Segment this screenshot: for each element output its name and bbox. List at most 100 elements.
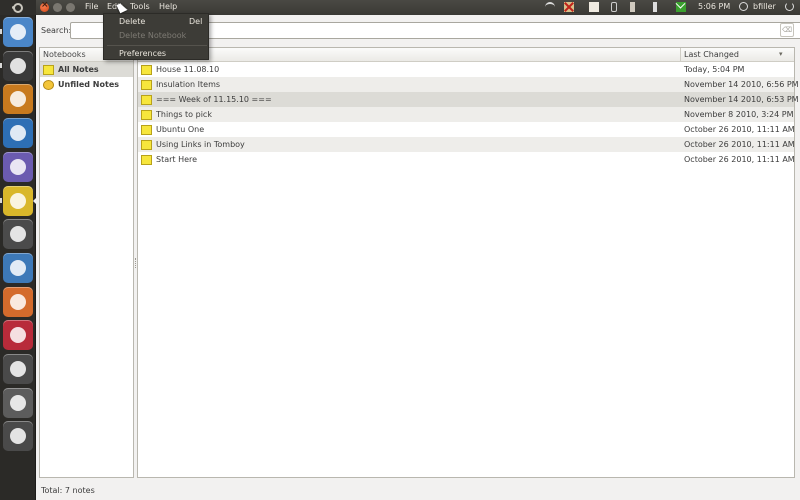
inkscape-icon[interactable] — [3, 219, 33, 250]
running-indicator — [0, 62, 2, 68]
note-row[interactable]: House 11.08.10 Today, 5:04 PM — [138, 62, 794, 77]
launcher-glyph — [10, 24, 26, 40]
note-last-changed: November 8 2010, 3:24 PM — [684, 110, 794, 119]
launcher-glyph — [10, 394, 26, 411]
menu-help[interactable]: Help — [159, 2, 177, 11]
note-last-changed: November 14 2010, 6:56 PM — [684, 80, 799, 89]
menu-item-preferences[interactable]: Preferences — [119, 49, 166, 58]
tools-icon[interactable] — [3, 354, 33, 384]
ubuntu-logo-icon — [12, 2, 23, 13]
running-indicator — [0, 197, 2, 203]
clock[interactable]: 5:06 PM — [698, 2, 730, 11]
note-last-changed: November 14 2010, 6:53 PM — [684, 95, 799, 104]
launcher-glyph — [10, 57, 26, 74]
delete-accelerator: Del — [189, 17, 203, 26]
menu-item-delete[interactable]: Delete — [119, 17, 145, 26]
note-icon — [141, 94, 152, 105]
menu-separator — [107, 45, 207, 46]
tomboy-notes-icon[interactable] — [3, 185, 33, 216]
note-icon — [141, 139, 152, 150]
note-title: Things to pick — [156, 110, 212, 119]
launcher-glyph — [10, 293, 26, 310]
active-app-indicator — [33, 197, 36, 204]
unfiled-notes-icon — [43, 79, 54, 90]
column-last-changed[interactable]: Last Changed — [684, 50, 739, 59]
launcher-glyph — [10, 226, 26, 243]
gimp-icon[interactable] — [3, 252, 33, 283]
note-title: Start Here — [156, 155, 198, 164]
volume-icon[interactable] — [653, 2, 663, 12]
note-row[interactable]: Things to pick November 8 2010, 3:24 PM — [138, 107, 794, 122]
thunderbird-icon[interactable] — [3, 118, 33, 149]
note-row[interactable]: Start Here October 26 2010, 11:11 AM — [138, 152, 795, 167]
launcher-glyph — [10, 91, 26, 108]
notes-list: Last Changed ▾ House 11.08.10 Today, 5:04… — [137, 47, 799, 478]
note-icon — [141, 154, 152, 165]
chevron-down-icon[interactable]: ▼ — [796, 22, 800, 39]
ubuntu-logo-button[interactable] — [0, 0, 36, 15]
window-maximize-button[interactable] — [66, 3, 75, 12]
note-title: House 11.08.10 — [156, 65, 220, 74]
launcher-glyph — [10, 192, 26, 209]
files-icon[interactable] — [3, 387, 33, 418]
running-indicator — [0, 29, 2, 34]
note-icon — [141, 124, 152, 135]
launcher — [0, 15, 36, 500]
note-icon — [141, 64, 152, 75]
menu-item-delete-notebook: Delete Notebook — [119, 31, 187, 40]
notebooks-pane: Notebooks All Notes Unfiled Notes — [39, 47, 134, 478]
search-label: Search: — [41, 26, 72, 35]
notebook-label: All Notes — [58, 65, 99, 74]
note-icon — [43, 64, 54, 75]
tomboy-tray-icon[interactable] — [589, 2, 599, 12]
edit-menu-dropdown: Delete Del Delete Notebook Preferences — [103, 13, 209, 60]
note-icon — [141, 79, 152, 90]
note-title: Using Links in Tomboy — [156, 140, 245, 149]
cpu-monitor-icon[interactable] — [3, 84, 33, 115]
notebook-unfiled-notes[interactable]: Unfiled Notes — [40, 77, 133, 92]
presentation-icon[interactable] — [3, 286, 33, 317]
status-bar: Total: 7 notes — [41, 486, 95, 495]
power-icon[interactable] — [785, 2, 794, 11]
eclipse-icon[interactable] — [3, 151, 33, 182]
notes-header: Last Changed ▾ — [138, 48, 794, 62]
note-last-changed: October 26 2010, 11:11 AM — [684, 125, 795, 134]
launcher-glyph — [10, 428, 26, 445]
menu-tools[interactable]: Tools — [130, 2, 150, 11]
note-last-changed: October 26 2010, 11:11 AM — [684, 155, 795, 164]
menu-file[interactable]: File — [85, 2, 98, 11]
bluetooth-icon[interactable] — [611, 2, 617, 12]
note-row[interactable]: Using Links in Tomboy October 26 2010, 11… — [138, 137, 795, 152]
terminal-icon[interactable] — [3, 50, 33, 81]
launcher-glyph — [10, 361, 26, 377]
column-note-title[interactable] — [138, 48, 681, 62]
sort-arrow-icon: ▾ — [779, 50, 783, 58]
note-row[interactable]: === Week of 11.15.10 === November 14 2010… — [138, 92, 799, 107]
trash-icon[interactable] — [3, 421, 33, 452]
user-name[interactable]: bfiller — [753, 2, 776, 11]
ubuntu-one-icon[interactable] — [3, 17, 33, 47]
note-title: Ubuntu One — [156, 125, 205, 134]
window-minimize-button[interactable] — [53, 3, 62, 12]
note-row[interactable]: Insulation Items November 14 2010, 6:56 P… — [138, 77, 799, 92]
note-icon — [141, 109, 152, 120]
notebook-all-notes[interactable]: All Notes — [40, 62, 133, 77]
clear-search-icon[interactable]: ⌫ — [780, 23, 794, 37]
launcher-glyph — [10, 125, 26, 142]
launcher-glyph — [10, 158, 26, 175]
cpu-indicator-icon[interactable] — [564, 2, 574, 12]
battery-icon[interactable] — [630, 2, 635, 12]
launcher-glyph — [10, 327, 26, 344]
wifi-icon[interactable] — [545, 2, 555, 12]
note-title: === Week of 11.15.10 === — [156, 95, 272, 104]
evolution-icon[interactable] — [3, 320, 33, 351]
note-row[interactable]: Ubuntu One October 26 2010, 11:11 AM — [138, 122, 795, 137]
window-close-button[interactable] — [40, 0, 49, 12]
note-last-changed: Today, 5:04 PM — [684, 65, 745, 74]
user-status-icon[interactable] — [739, 2, 748, 11]
notebook-label: Unfiled Notes — [58, 80, 120, 89]
mail-icon[interactable] — [676, 2, 686, 12]
launcher-glyph — [10, 259, 26, 276]
note-title: Insulation Items — [156, 80, 221, 89]
note-last-changed: October 26 2010, 11:11 AM — [684, 140, 795, 149]
